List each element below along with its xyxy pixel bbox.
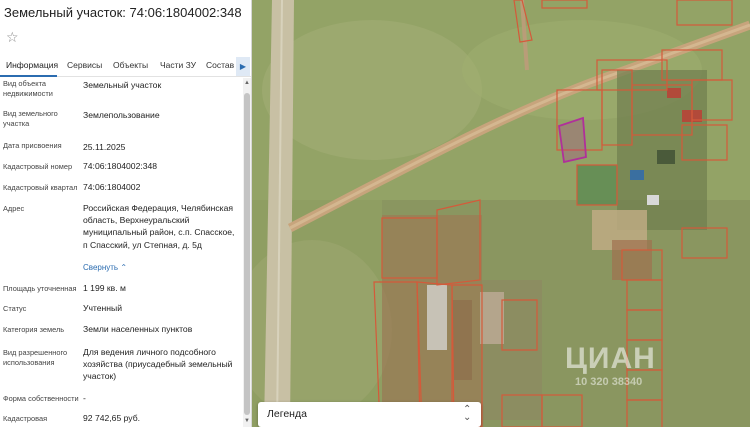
scroll-up-icon[interactable]: ▲ [243, 80, 251, 88]
attr-label: Адрес [3, 204, 25, 213]
attr-value: Для ведения личного подсобного хозяйства… [83, 347, 233, 382]
attr-label: Площадь уточненная [3, 284, 77, 293]
tab-bar: Информация Сервисы Объекты Части ЗУ Сост… [0, 55, 251, 77]
attr-label: Кадастровый квартал [3, 183, 78, 192]
attr-label: Дата присвоения [3, 141, 62, 150]
collapse-label: Свернуть [83, 263, 119, 272]
scrollbar-thumb[interactable] [244, 93, 250, 415]
attr-label: Вид разрешенного использования [3, 348, 68, 367]
attr-value: 74:06:1804002:348 [83, 161, 158, 171]
chevron-right-icon: ▶ [239, 62, 247, 71]
attr-value: Земельный участок [83, 80, 162, 90]
collapse-link[interactable]: Свернуть ⌃ [83, 263, 127, 272]
watermark-text: ЦИАН [565, 342, 656, 375]
active-tab-indicator [0, 75, 57, 77]
map-view[interactable] [252, 0, 750, 427]
attr-label: Кадастровая [3, 414, 48, 423]
scroll-down-icon[interactable]: ▼ [243, 418, 251, 426]
chevron-up-icon: ⌃ [120, 263, 128, 272]
tab-objects[interactable]: Объекты [113, 60, 148, 70]
attr-value: Земли населенных пунктов [83, 324, 193, 334]
attr-label: Кадастровый номер [3, 162, 73, 171]
tab-info[interactable]: Информация [6, 60, 58, 70]
attr-label: Статус [3, 304, 27, 313]
info-panel: Земельный участок: 74:06:1804002:348 ☆ И… [0, 0, 252, 427]
attr-value: - [83, 393, 86, 403]
tab-composition[interactable]: Состав [206, 60, 234, 70]
attr-label: Категория земель [3, 325, 65, 334]
attr-value: Землепользование [83, 110, 160, 120]
attribute-list: Вид объекта недвижимости Земельный участ… [0, 78, 242, 427]
attr-label: Вид объекта недвижимости [3, 79, 53, 98]
selected-parcel[interactable] [558, 116, 587, 164]
satellite-imagery [252, 0, 750, 427]
attr-value: 92 742,65 руб. [83, 413, 141, 423]
attr-value: Учтенный [83, 303, 123, 313]
attr-value: 1 199 кв. м [83, 283, 126, 293]
star-icon[interactable]: ☆ [6, 30, 19, 44]
legend-select[interactable]: Легенда ⌃ ⌄ [258, 402, 481, 427]
tabs-scroll-right-button[interactable]: ▶ [236, 57, 250, 76]
tab-services[interactable]: Сервисы [67, 60, 102, 70]
tab-parts[interactable]: Части ЗУ [160, 60, 196, 70]
legend-label: Легенда [267, 408, 307, 420]
attr-label: Вид земельного участка [3, 109, 58, 128]
chevron-up-down-icon: ⌃ ⌄ [463, 404, 472, 423]
address-value: Российская Федерация, Челябинская област… [83, 203, 235, 250]
attr-label: Форма собственности [3, 394, 79, 403]
watermark-phone: 10 320 38340 [575, 376, 643, 388]
attr-value: 74:06:1804002 [83, 182, 141, 192]
page-title: Земельный участок: 74:06:1804002:348 [4, 5, 242, 20]
attr-value: 25.11.2025 [83, 142, 126, 152]
